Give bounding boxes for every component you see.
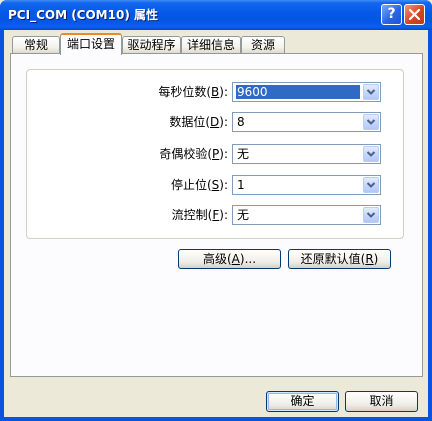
label-suffix: ): [219,147,228,161]
tab-port-settings[interactable]: 端口设置 [60,33,122,55]
baud-rate-dropdown-arrow[interactable] [363,84,379,100]
label-suffix: ): [219,178,228,192]
chevron-down-icon [366,89,376,95]
label-text: 流控制( [171,208,213,222]
label-suffix: ): [219,85,228,99]
title-bar[interactable]: PCI_COM (COM10) 属性 ? [0,0,432,30]
tab-label: 资源 [250,38,275,52]
flow-control-dropdown[interactable]: 无 [232,205,381,225]
stop-bits-dropdown-arrow[interactable] [363,177,379,193]
label-text: 停止位( [170,178,212,192]
ok-button[interactable]: 确定 [266,391,339,412]
label-text: 奇偶校验( [159,147,213,161]
accelerator-key: R [365,252,374,266]
stop-bits-label: 停止位(S): [90,175,228,195]
label-suffix: ): [219,115,228,129]
button-text: 高级( [202,252,232,266]
properties-dialog: PCI_COM (COM10) 属性 ? 常规 端口设置 驱动程序 详细信息 资… [0,0,432,421]
cancel-button[interactable]: 取消 [345,391,418,412]
close-icon [408,8,421,21]
window-title: PCI_COM (COM10) 属性 [8,8,158,22]
tab-driver[interactable]: 驱动程序 [122,36,181,54]
tab-general[interactable]: 常规 [12,36,60,54]
tab-resources[interactable]: 资源 [241,36,285,54]
flow-control-dropdown-arrow[interactable] [363,207,379,223]
tab-label: 常规 [23,38,48,52]
button-suffix: ) [373,252,379,266]
stop-bits-dropdown[interactable]: 1 [232,175,381,195]
parity-label: 奇偶校验(P): [90,144,228,164]
close-button[interactable] [404,4,425,25]
button-text: 确定 [290,394,315,408]
label-text: 每秒位数( [158,85,212,99]
baud-rate-value: 9600 [236,85,360,99]
tab-label: 端口设置 [66,37,115,51]
flow-control-label: 流控制(F): [90,205,228,225]
chevron-down-icon [366,119,376,125]
button-text: 取消 [369,394,394,408]
data-bits-dropdown-arrow[interactable] [363,114,379,130]
button-text: 还原默认值( [300,252,366,266]
chevron-down-icon [366,182,376,188]
label-suffix: ): [219,208,228,222]
accelerator-key: A [231,252,240,266]
parity-dropdown-arrow[interactable] [363,146,379,162]
stop-bits-value: 1 [237,178,245,192]
label-text: 数据位( [169,115,211,129]
data-bits-label: 数据位(D): [90,112,228,132]
button-suffix: )... [239,252,257,266]
parity-value: 无 [237,147,250,161]
tab-details[interactable]: 详细信息 [181,36,241,54]
data-bits-dropdown[interactable]: 8 [232,112,381,132]
parity-dropdown[interactable]: 无 [232,144,381,164]
baud-rate-label: 每秒位数(B): [90,82,228,102]
baud-rate-dropdown[interactable]: 9600 [232,82,381,102]
tab-label: 详细信息 [186,38,235,52]
tab-label: 驱动程序 [127,38,176,52]
accelerator-key: D [210,115,220,129]
chevron-down-icon [366,151,376,157]
flow-control-value: 无 [237,208,250,222]
restore-defaults-button[interactable]: 还原默认值(R) [288,249,391,269]
data-bits-value: 8 [237,115,245,129]
advanced-button[interactable]: 高级(A)... [178,249,281,269]
help-icon: ? [387,6,396,22]
chevron-down-icon [366,212,376,218]
help-button[interactable]: ? [381,4,402,25]
